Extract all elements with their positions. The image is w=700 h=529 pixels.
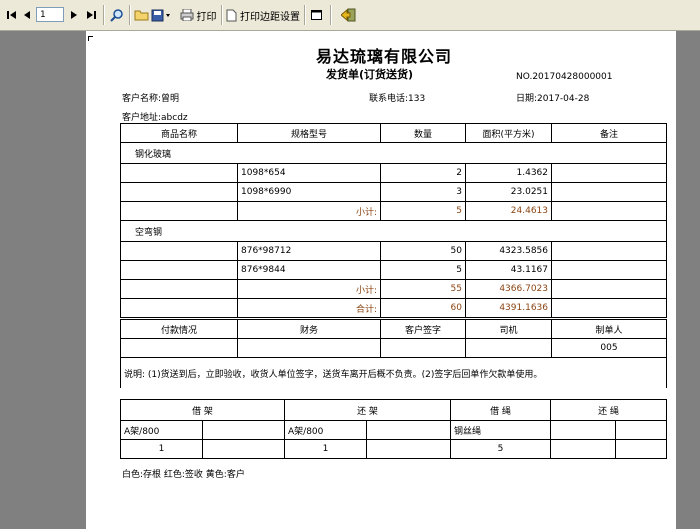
rack-table: 借 架 还 架 借 绳 还 绳 A架/800 A架/800 钢丝绳 1 1 5 <box>120 399 667 459</box>
table-row: A架/800 A架/800 钢丝绳 <box>120 420 667 440</box>
report-page: 易达琉璃有限公司 发货单(订货送货) NO.20170428000001 客户名… <box>86 31 676 529</box>
spec-cell: 876*98712 <box>237 241 381 261</box>
group-row: 空弯钢 <box>120 220 667 242</box>
document-title: 发货单(订货送货) <box>326 68 414 81</box>
table-row: 876*98712 50 4323.5856 <box>120 241 667 261</box>
rack-cell: 钢丝绳 <box>450 420 551 440</box>
sign-header-customer: 客户签字 <box>380 319 466 339</box>
sign-header-maker: 制单人 <box>551 319 667 339</box>
area-cell: 1.4362 <box>465 163 552 183</box>
group-row: 钢化玻璃 <box>120 142 667 164</box>
copy-color-legend: 白色:存根 红色:签收 黄色:客户 <box>122 470 245 480</box>
save-icon[interactable] <box>150 6 172 24</box>
rack-header-borrow: 借 架 <box>120 399 285 421</box>
next-page-icon[interactable] <box>68 6 80 24</box>
subtotal-label: 小计: <box>237 201 381 221</box>
note-row: 说明: (1)货送到后，立即验收，收货人单位签字，送货车离开后概不负责。(2)签… <box>120 357 667 388</box>
exit-icon[interactable] <box>340 6 358 24</box>
subtotal-area: 24.4613 <box>465 201 552 221</box>
table-row: 1 1 5 <box>120 439 667 459</box>
report-toolbar: 1 打印 打印边距设置 <box>0 0 700 31</box>
first-page-icon[interactable] <box>5 6 19 24</box>
customer-name: 客户名称:曾明 <box>122 94 180 104</box>
maker-value: 005 <box>551 338 667 358</box>
qty-cell: 2 <box>380 163 466 183</box>
subtotal-area: 4366.7023 <box>465 279 552 299</box>
header-area: 面积(平方米) <box>465 123 552 143</box>
signature-row: 005 <box>120 338 667 358</box>
header-qty: 数量 <box>380 123 466 143</box>
goods-table: 商品名称 规格型号 数量 面积(平方米) 备注 钢化玻璃 1098*654 2 … <box>120 123 667 318</box>
qty-cell: 5 <box>380 260 466 280</box>
table-row: 1098*6990 3 23.0251 <box>120 182 667 202</box>
left-margin-area <box>0 31 86 529</box>
rack-header-return-rope: 还 绳 <box>550 399 667 421</box>
subtotal-row: 小计: 55 4366.7023 <box>120 279 667 299</box>
rack-cell: A架/800 <box>284 420 367 440</box>
subtotal-row: 小计: 5 24.4613 <box>120 201 667 221</box>
rack-header-row: 借 架 还 架 借 绳 还 绳 <box>120 399 667 421</box>
note-text: 说明: (1)货送到后，立即验收，收货人单位签字，送货车离开后概不负责。(2)签… <box>120 357 667 388</box>
open-folder-icon[interactable] <box>132 6 150 24</box>
document-number: NO.20170428000001 <box>516 72 613 82</box>
rack-cell: 1 <box>284 439 367 459</box>
table-row: 1098*654 2 1.4362 <box>120 163 667 183</box>
signature-header-row: 付款情况 财务 客户签字 司机 制单人 <box>120 319 667 339</box>
qty-cell: 3 <box>380 182 466 202</box>
subtotal-label: 小计: <box>237 279 381 299</box>
customer-address: 客户地址:abcdz <box>122 113 188 123</box>
goods-header-row: 商品名称 规格型号 数量 面积(平方米) 备注 <box>120 123 667 143</box>
prev-page-icon[interactable] <box>21 6 33 24</box>
area-cell: 23.0251 <box>465 182 552 202</box>
company-title: 易达琉璃有限公司 <box>316 47 453 66</box>
spec-cell: 1098*654 <box>237 163 381 183</box>
header-remark: 备注 <box>551 123 667 143</box>
area-cell: 4323.5856 <box>465 241 552 261</box>
area-cell: 43.1167 <box>465 260 552 280</box>
rack-header-borrow-rope: 借 绳 <box>450 399 551 421</box>
rack-header-return: 还 架 <box>284 399 451 421</box>
zoom-icon[interactable] <box>108 6 126 24</box>
header-product: 商品名称 <box>120 123 238 143</box>
print-label: 打印 <box>196 11 217 23</box>
rack-cell: 1 <box>120 439 203 459</box>
spec-cell: 1098*6990 <box>237 182 381 202</box>
qty-cell: 50 <box>380 241 466 261</box>
right-margin-area <box>676 31 700 529</box>
signature-table: 付款情况 财务 客户签字 司机 制单人 005 说明: (1)货送到后，立即验收… <box>120 319 667 388</box>
group-name: 空弯钢 <box>120 220 667 242</box>
spec-cell: 876*9844 <box>237 260 381 280</box>
subtotal-qty: 5 <box>380 201 466 221</box>
total-label: 合计: <box>237 298 381 318</box>
table-row: 876*9844 5 43.1167 <box>120 260 667 280</box>
total-area: 4391.1636 <box>465 298 552 318</box>
subtotal-qty: 55 <box>380 279 466 299</box>
group-name: 钢化玻璃 <box>120 142 667 164</box>
total-row: 合计: 60 4391.1636 <box>120 298 667 318</box>
rack-cell: 5 <box>450 439 551 459</box>
page-corner-mark <box>88 36 93 41</box>
header-spec: 规格型号 <box>237 123 381 143</box>
sign-header-payment: 付款情况 <box>120 319 238 339</box>
print-margin-button[interactable]: 打印边距设置 <box>225 6 301 24</box>
print-margin-label: 打印边距设置 <box>240 11 300 23</box>
rack-cell: A架/800 <box>120 420 203 440</box>
window-icon[interactable] <box>309 6 323 24</box>
sign-header-driver: 司机 <box>465 319 552 339</box>
page-number-input[interactable]: 1 <box>36 7 64 22</box>
total-qty: 60 <box>380 298 466 318</box>
sign-header-finance: 财务 <box>237 319 381 339</box>
print-button[interactable]: 打印 <box>178 6 218 24</box>
customer-phone: 联系电话:133 <box>369 94 426 104</box>
document-date: 日期:2017-04-28 <box>516 94 590 104</box>
last-page-icon[interactable] <box>84 6 98 24</box>
